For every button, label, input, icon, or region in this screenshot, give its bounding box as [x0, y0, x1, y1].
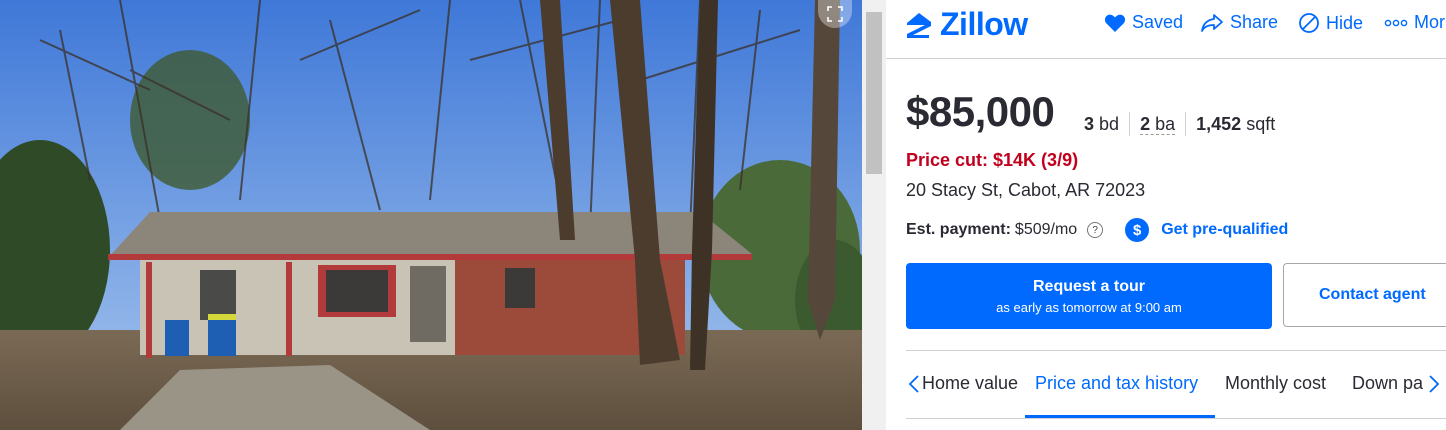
- baths-tooltip-trigger[interactable]: 2 ba: [1140, 114, 1176, 135]
- brand-name: Zillow: [940, 6, 1028, 42]
- hide-button[interactable]: Hide: [1298, 12, 1363, 34]
- request-tour-button[interactable]: Request a tour as early as tomorrow at 9…: [906, 263, 1272, 329]
- tab-home-value[interactable]: Home value: [910, 373, 1018, 394]
- more-button[interactable]: Mor: [1384, 12, 1445, 33]
- listing-details-panel: Zillow Saved Share Hide Mor $85,000 3 bd…: [886, 0, 1446, 430]
- tabs-bottom-border: [906, 418, 1446, 419]
- est-payment-value: $509/mo: [1014, 221, 1078, 238]
- heart-icon: [1104, 14, 1126, 32]
- tab-price-tax-label: Price and tax history: [1035, 373, 1199, 393]
- saved-button[interactable]: Saved: [1104, 12, 1183, 33]
- beds-count: 3: [1084, 114, 1095, 134]
- contact-agent-button[interactable]: Contact agent: [1283, 263, 1446, 327]
- request-tour-subtitle: as early as tomorrow at 9:00 am: [996, 300, 1182, 315]
- zillow-logo[interactable]: Zillow: [904, 6, 1028, 43]
- listing-address: 20 Stacy St, Cabot, AR 72023: [906, 180, 1146, 200]
- price-cut-label: Price cut: $14K (3/9): [906, 150, 1079, 170]
- more-icon: [1384, 19, 1408, 26]
- scrollbar-thumb[interactable]: [866, 12, 882, 174]
- sqft-fact: 1,452 sqft: [1186, 112, 1285, 136]
- contact-agent-label: Contact agent: [1319, 286, 1426, 303]
- details-tab-strip: Home value Price and tax history Monthly…: [906, 358, 1446, 418]
- tab-monthly-cost[interactable]: Monthly cost: [1225, 373, 1326, 394]
- photo-scrollbar[interactable]: [862, 0, 886, 430]
- estimated-payment: Est. payment: $509/mo ? $ Get pre-qualif…: [906, 218, 1288, 242]
- expand-icon: [827, 6, 843, 22]
- house-photo-image: [0, 0, 862, 430]
- dollar-icon: $: [1125, 218, 1150, 242]
- baths-unit: ba: [1155, 114, 1176, 134]
- sqft-count: 1,452: [1196, 114, 1242, 134]
- hide-label: Hide: [1326, 12, 1364, 33]
- chevron-right-icon[interactable]: [1428, 374, 1440, 394]
- share-label: Share: [1230, 12, 1279, 32]
- more-label: Mor: [1414, 12, 1445, 32]
- tab-monthly-cost-label: Monthly cost: [1225, 373, 1327, 393]
- help-icon[interactable]: ?: [1087, 222, 1104, 238]
- saved-label: Saved: [1132, 12, 1184, 32]
- tab-down-payment[interactable]: Down pa: [1352, 373, 1426, 394]
- est-payment-label: Est. payment:: [906, 221, 1011, 238]
- tab-price-and-tax-history[interactable]: Price and tax history: [1035, 373, 1198, 394]
- beds-fact: 3 bd: [1084, 112, 1131, 136]
- listing-photo[interactable]: [0, 0, 862, 430]
- section-divider: [906, 350, 1446, 351]
- listing-price: $85,000: [906, 88, 1055, 135]
- top-bar: Zillow Saved Share Hide Mor: [886, 0, 1446, 59]
- sqft-unit: sqft: [1246, 114, 1276, 134]
- request-tour-title: Request a tour: [1032, 278, 1145, 295]
- beds-unit: bd: [1099, 114, 1120, 134]
- baths-count: 2: [1140, 114, 1151, 134]
- share-icon: [1201, 13, 1223, 32]
- share-button[interactable]: Share: [1200, 12, 1278, 33]
- get-prequalified-link[interactable]: Get pre-qualified: [1161, 221, 1288, 239]
- tab-down-payment-label: Down pa: [1352, 373, 1424, 393]
- home-facts: 3 bd 2 ba 1,452 sqft: [1084, 112, 1285, 136]
- baths-fact[interactable]: 2 ba: [1130, 112, 1187, 136]
- zillow-house-icon: [907, 12, 931, 38]
- tab-home-value-label: Home value: [921, 373, 1018, 393]
- hide-icon: [1299, 13, 1319, 33]
